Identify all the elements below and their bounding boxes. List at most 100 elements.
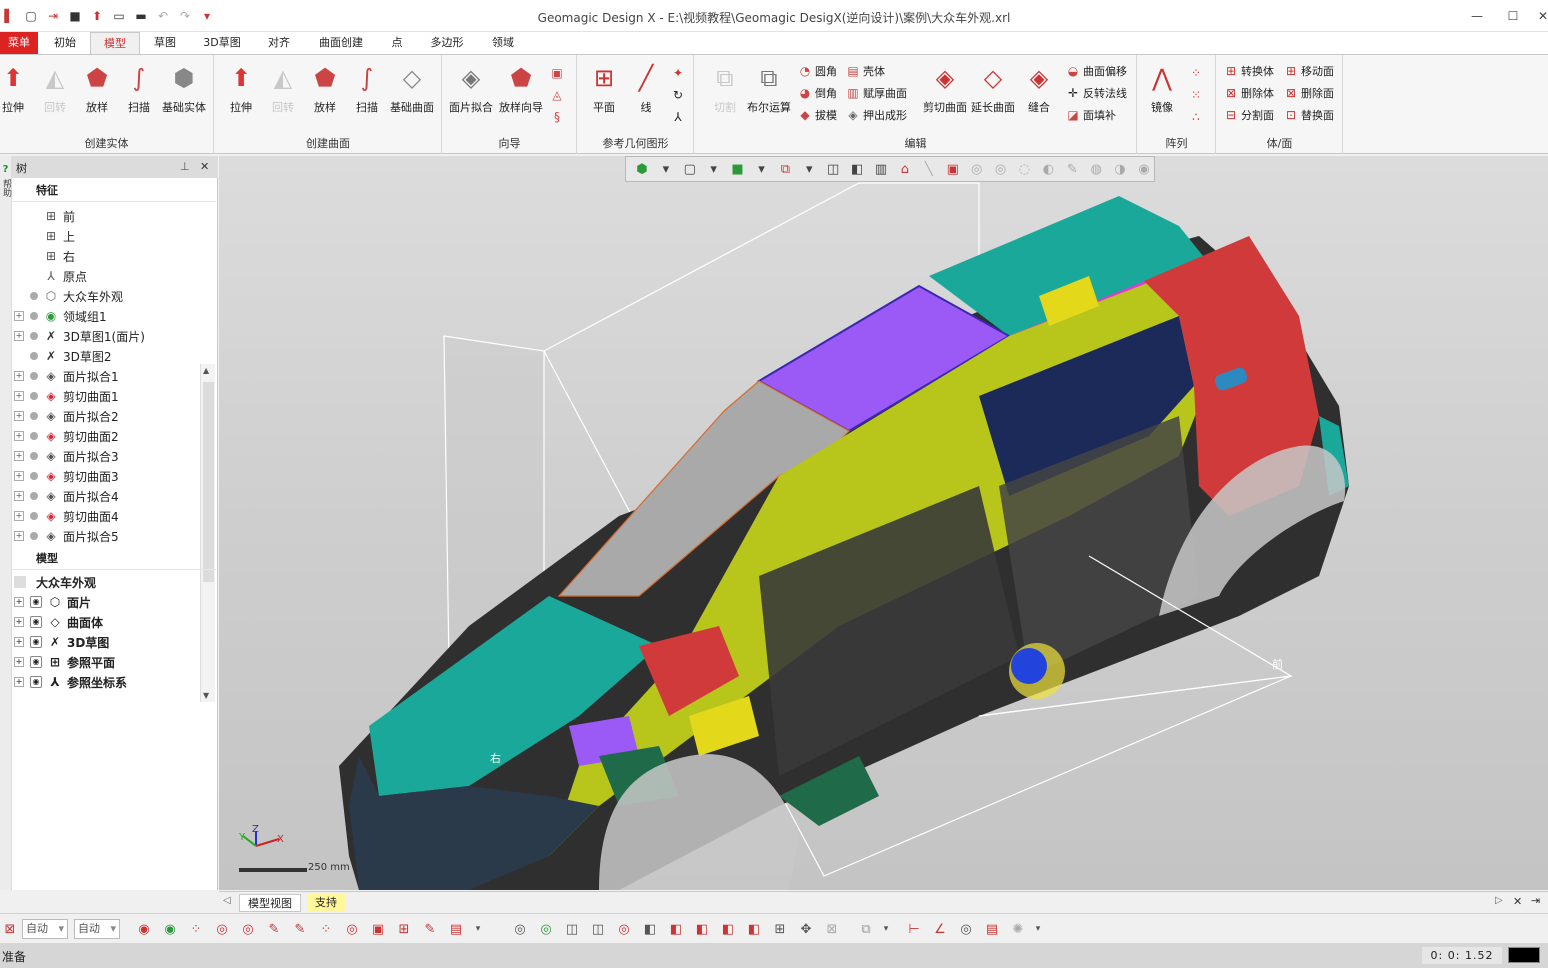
visibility-dot-icon[interactable] [30,452,38,460]
dropdown-icon[interactable]: ▾ [1028,919,1048,939]
tab-model[interactable]: 模型 [90,32,140,54]
select-vertex-icon[interactable]: ◎ [212,919,232,939]
model-item[interactable]: + ◉ ⅄ 参照坐标系 [14,672,127,692]
dropdown-icon[interactable]: ▾ [656,159,676,179]
close-view-icon[interactable]: ✕ [1513,895,1522,908]
visibility-icon[interactable]: ◉ [1134,159,1154,179]
visibility-dot-icon[interactable] [30,292,38,300]
visibility-dot-icon[interactable] [30,312,38,320]
tree-item[interactable]: ⊞ 前 [14,206,75,226]
visibility-dot-icon[interactable] [30,532,38,540]
visibility-dot-icon[interactable] [30,332,38,340]
pin-icon[interactable]: ⊥ [180,160,190,173]
view-orient-icon[interactable]: ⬢ [632,159,652,179]
tree-item[interactable]: ⬡ 大众车外观 [14,286,123,306]
view-cube3-icon[interactable]: ◧ [692,919,712,939]
expand-icon[interactable]: + [14,451,24,461]
tree-item[interactable]: + ◈ 面片拟合2 [14,406,119,426]
visibility-dot-icon[interactable] [30,432,38,440]
view-cube5-icon[interactable]: ◧ [744,919,764,939]
tab-surface-create[interactable]: 曲面创建 [310,32,372,54]
view-pan-icon[interactable]: ✥ [796,919,816,939]
view-cube-icon[interactable]: ▢ [680,159,700,179]
tree-item[interactable]: + ◈ 剪切曲面3 [14,466,119,486]
expand-icon[interactable]: + [14,471,24,481]
model-item[interactable]: + ◉ ⊞ 参照平面 [14,652,115,672]
surface-extrude-button[interactable]: ⬆ 拉伸 [219,61,263,115]
selection-type-select[interactable]: 自动 ▾ [74,919,120,939]
tab-initial[interactable]: 初始 [44,32,86,54]
eye-icon[interactable]: ◉ [30,636,42,648]
shell-button[interactable]: ▤ 壳体 [845,61,885,81]
expand-icon[interactable]: + [14,431,24,441]
tree-item[interactable]: + ◈ 面片拟合5 [14,526,119,546]
view-cube2-icon[interactable]: ◧ [666,919,686,939]
next-view-icon[interactable]: ⇥ [1531,894,1540,907]
tree-item[interactable]: + ◉ 领域组1 [14,306,107,326]
pencil-icon[interactable]: ✎ [1062,159,1082,179]
surface-sweep-button[interactable]: ∫ 扫描 [345,61,389,115]
replace-face-button[interactable]: ⊡ 替换面 [1283,105,1334,125]
selection-mode-select[interactable]: 自动 ▾ [22,919,68,939]
dropdown-icon[interactable]: ▾ [876,919,896,939]
measure-distance-icon[interactable]: ⊢ [904,919,924,939]
help-side-strip[interactable]: ? 帮助 [0,156,12,890]
measure-radius-icon[interactable]: ◎ [956,919,976,939]
car-model-view[interactable] [219,156,1548,890]
curve-pattern-button[interactable]: ∴ [1188,107,1204,127]
dropdown-icon[interactable]: ▾ [752,159,772,179]
dropdown-icon[interactable]: ▾ [468,919,488,939]
trim-surface-button[interactable]: ◈ 剪切曲面 [923,61,967,115]
tree-item[interactable]: + ◈ 剪切曲面1 [14,386,119,406]
dropdown-icon[interactable]: ▾ [799,159,819,179]
select-region-icon[interactable]: ⁘ [316,919,336,939]
tab-menu[interactable]: 菜单 [0,32,38,54]
eye-icon[interactable]: ◉ [30,656,42,668]
base-solid-button[interactable]: ⬢ 基础实体 [162,61,206,115]
select-face-icon[interactable]: ✎ [264,919,284,939]
measure-section-icon[interactable]: ▤ [982,919,1002,939]
maximize-button[interactable]: ☐ [1502,6,1524,26]
view-top-icon[interactable]: ◫ [562,919,582,939]
eye-icon[interactable]: ◉ [30,676,42,688]
expand-icon[interactable]: + [14,657,24,667]
view-cube4-icon[interactable]: ◧ [718,919,738,939]
box-icon[interactable]: ⧉ [775,159,795,179]
tab-polygon[interactable]: 多边形 [422,32,472,54]
select-sketch-icon[interactable]: ✎ [290,919,310,939]
3d-viewport[interactable]: 前 右 Z X Y 250 mm ⬢ ▾ ▢ ▾ ■ ▾ ⧉ ▾ ◫ ◧ ▥ ⌂… [219,156,1548,890]
delete-face-button[interactable]: ⊠ 删除面 [1283,83,1334,103]
expand-icon[interactable]: + [14,411,24,421]
view-cube1-icon[interactable]: ◧ [640,919,660,939]
draft-button[interactable]: ◆ 拔模 [797,105,837,125]
section2-icon[interactable]: ◧ [847,159,867,179]
tree-item[interactable]: ⊞ 右 [14,246,75,266]
expand-icon[interactable]: + [14,511,24,521]
boolean-button[interactable]: ⧉ 布尔运算 [747,61,791,115]
fillet-button[interactable]: ◔ 圆角 [797,61,837,81]
select-visible-icon[interactable]: ◉ [134,919,154,939]
render-mode-icon[interactable]: ■ [728,159,748,179]
select-mesh-icon[interactable]: ◉ [160,919,180,939]
visibility-dot-icon[interactable] [30,472,38,480]
solid-sweep-button[interactable]: ∫ 扫描 [117,61,161,115]
mirror-button[interactable]: ⋀ 镜像 [1140,61,1184,115]
tab-scroll-left-icon[interactable]: ◁ [223,895,231,906]
tree-item[interactable]: + ✗ 3D草图1(面片) [14,326,145,346]
plane-button[interactable]: ⊞ 平面 [582,61,626,115]
fill-icon[interactable]: ◍ [1086,159,1106,179]
surface-revolve-button[interactable]: ◭ 回转 [261,61,305,115]
circular-pattern-button[interactable]: ⁙ [1188,85,1204,105]
tree-item[interactable]: ⊞ 上 [14,226,75,246]
model-item[interactable]: + ◉ ⬡ 面片 [14,592,91,612]
vector-button[interactable]: ↻ [670,85,686,105]
expand-icon[interactable]: + [14,637,24,647]
expand-icon[interactable]: + [14,391,24,401]
select-plane-icon[interactable]: ⊞ [394,919,414,939]
tab-scroll-right-icon[interactable]: ▷ [1495,895,1503,906]
offset-surface-button[interactable]: ◒ 曲面偏移 [1065,61,1127,81]
view-iso-icon[interactable]: ◎ [614,919,634,939]
solid-extrude-button[interactable]: ⬆ 拉伸 [0,61,35,115]
wizard-small-3[interactable]: § [549,107,565,127]
dropdown-icon[interactable]: ▾ [704,159,724,179]
